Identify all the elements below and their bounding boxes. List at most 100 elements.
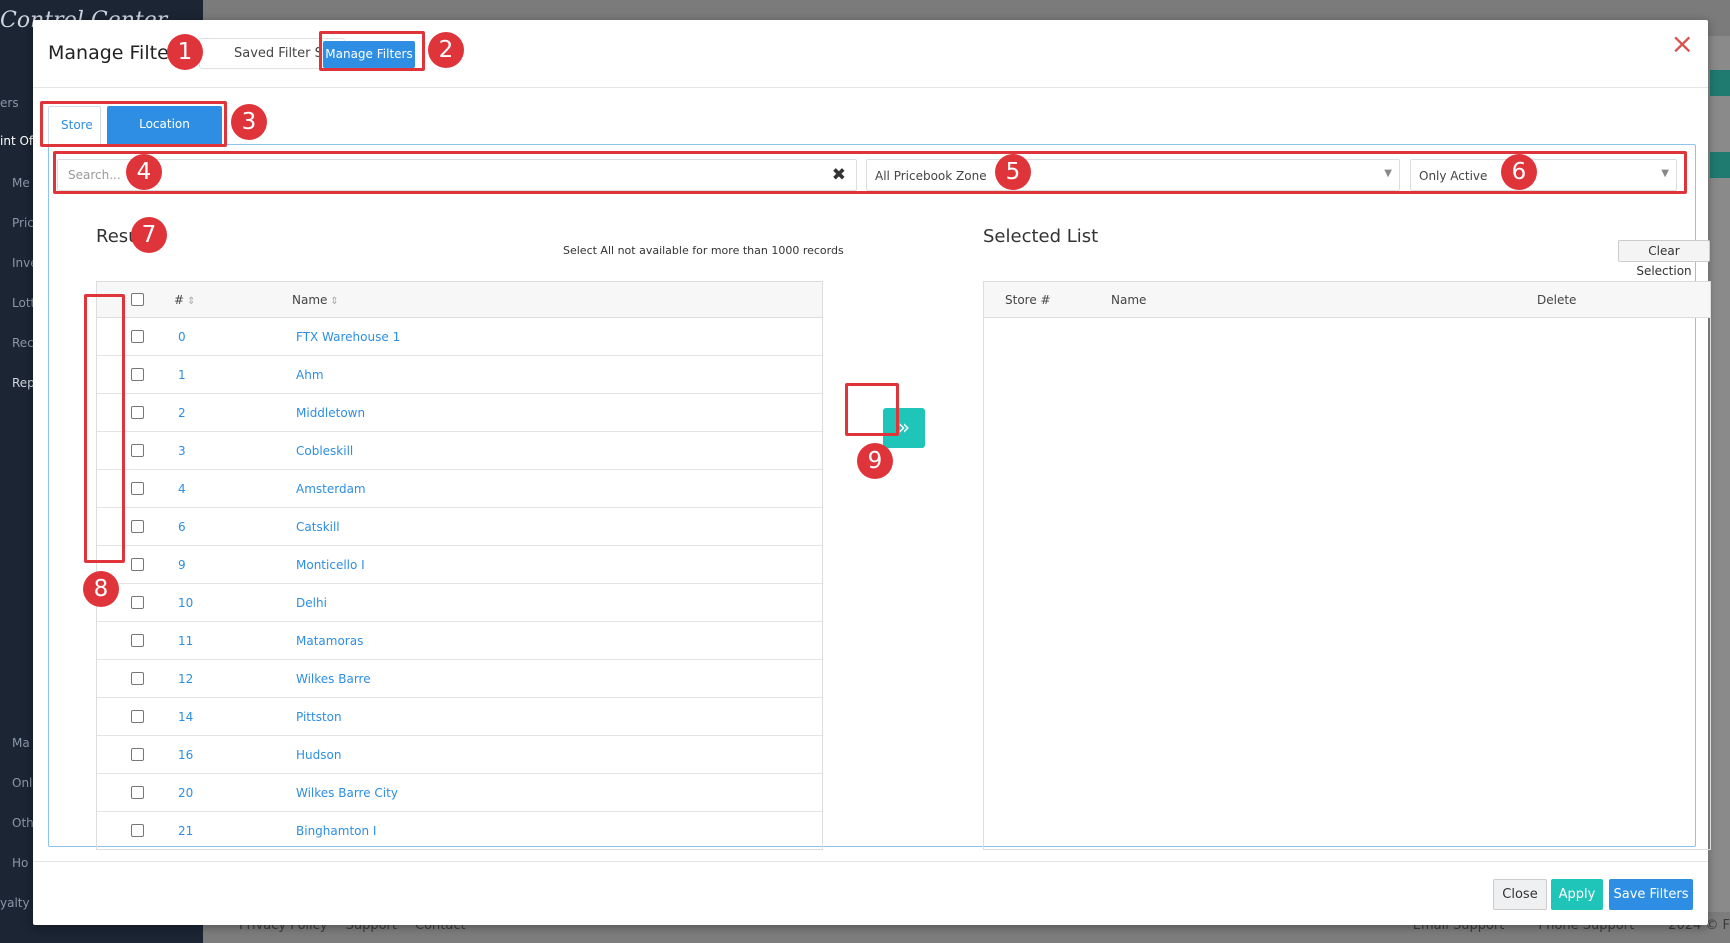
store-name-link[interactable]: Delhi [296,596,327,610]
tab-location-group[interactable]: Location Group [107,106,222,167]
store-number-link[interactable]: 20 [178,786,193,800]
store-name-link[interactable]: Wilkes Barre [296,672,371,686]
row-checkbox[interactable] [131,786,144,799]
filter-row: ✖ All Pricebook Zone ▼ Only Active ▼ [57,159,1687,191]
store-number-link[interactable]: 10 [178,596,193,610]
results-table: # ⇕ Name ⇕ 0 FTX Warehouse 1 1 Ahm 2 Middletown… [96,281,823,850]
table-row[interactable]: 12 Wilkes Barre [97,660,822,698]
select-all-note: Select All not available for more than 1… [563,244,844,257]
row-checkbox[interactable] [131,482,144,495]
table-row[interactable]: 20 Wilkes Barre City [97,774,822,812]
bg-nav-item: Onl [12,776,33,790]
column-header-number[interactable]: # ⇕ [174,293,195,307]
row-checkbox[interactable] [131,444,144,457]
row-checkbox[interactable] [131,748,144,761]
status-filter-value: Only Active [1419,169,1488,183]
modal-footer: Close Apply Save Filters [33,861,1708,925]
store-number-link[interactable]: 3 [178,444,186,458]
row-checkbox[interactable] [131,824,144,837]
move-to-selected-button[interactable]: » [883,408,925,448]
table-row[interactable]: 14 Pittston [97,698,822,736]
table-row[interactable]: 3 Cobleskill [97,432,822,470]
results-table-header: # ⇕ Name ⇕ [97,282,822,318]
store-name-link[interactable]: Pittston [296,710,342,724]
tab-store[interactable]: Store [48,106,101,144]
column-header-name-label: Name [292,293,328,307]
store-name-link[interactable]: Monticello I [296,558,365,572]
bg-nav-item: Me [12,176,30,190]
store-number-link[interactable]: 12 [178,672,193,686]
sort-icon: ⇕ [187,296,196,307]
store-name-link[interactable]: Matamoras [296,634,363,648]
store-number-link[interactable]: 0 [178,330,186,344]
table-row[interactable]: 16 Hudson [97,736,822,774]
store-number-link[interactable]: 4 [178,482,186,496]
annotation-badge-6: 6 [1501,154,1537,190]
table-row[interactable]: 1 Ahm [97,356,822,394]
store-name-link[interactable]: Ahm [296,368,324,382]
apply-button[interactable]: Apply [1551,879,1603,910]
selected-table-header: Store # Name Delete [984,282,1710,318]
store-name-link[interactable]: Cobleskill [296,444,353,458]
store-name-link[interactable]: Amsterdam [296,482,366,496]
annotation-badge-3: 3 [231,104,267,140]
manage-filters-button[interactable]: Manage Filters [323,41,415,68]
table-row[interactable]: 6 Catskill [97,508,822,546]
select-all-checkbox[interactable] [131,293,144,306]
store-number-link[interactable]: 14 [178,710,193,724]
table-row[interactable]: 9 Monticello I [97,546,822,584]
clear-search-icon[interactable]: ✖ [832,165,846,185]
annotation-badge-2: 2 [428,32,464,68]
clear-selection-button[interactable]: Clear Selection [1618,240,1710,278]
row-checkbox[interactable] [131,406,144,419]
row-checkbox[interactable] [131,368,144,381]
background-teal-button [1710,70,1730,96]
row-checkbox[interactable] [131,634,144,647]
store-number-link[interactable]: 6 [178,520,186,534]
table-row[interactable]: 4 Amsterdam [97,470,822,508]
store-number-link[interactable]: 2 [178,406,186,420]
store-number-link[interactable]: 11 [178,634,193,648]
store-name-link[interactable]: Wilkes Barre City [296,786,398,800]
annotation-badge-7: 7 [131,217,167,253]
table-row[interactable]: 11 Matamoras [97,622,822,660]
store-name-link[interactable]: Catskill [296,520,340,534]
table-row[interactable]: 2 Middletown [97,394,822,432]
pricebook-zone-select[interactable]: All Pricebook Zone ▼ [866,159,1400,191]
store-number-link[interactable]: 9 [178,558,186,572]
table-row[interactable]: 21 Binghamton I [97,812,822,849]
store-name-link[interactable]: Binghamton I [296,824,376,838]
row-checkbox[interactable] [131,710,144,723]
store-name-link[interactable]: FTX Warehouse 1 [296,330,400,344]
bg-nav-item: yalty [0,896,30,910]
save-filters-button[interactable]: Save Filters [1609,879,1693,910]
store-name-link[interactable]: Middletown [296,406,365,420]
annotation-badge-4: 4 [126,154,162,190]
annotation-badge-8: 8 [83,571,119,607]
status-filter-select[interactable]: Only Active ▼ [1410,159,1677,191]
row-checkbox[interactable] [131,596,144,609]
row-checkbox[interactable] [131,672,144,685]
results-table-body: 0 FTX Warehouse 1 1 Ahm 2 Middletown 3 Cobleski… [97,318,822,849]
bg-nav-item: Rec [12,336,34,350]
selected-table: Store # Name Delete [983,281,1711,850]
search-input[interactable] [59,161,819,189]
modal-title: Manage Filters [48,42,187,64]
caret-down-icon: ▼ [1661,168,1669,179]
store-name-link[interactable]: Hudson [296,748,341,762]
column-header-name[interactable]: Name ⇕ [292,293,339,307]
table-row[interactable]: 0 FTX Warehouse 1 [97,318,822,356]
annotation-badge-9: 9 [857,443,893,479]
row-checkbox[interactable] [131,558,144,571]
row-checkbox[interactable] [131,520,144,533]
store-number-link[interactable]: 16 [178,748,193,762]
store-number-link[interactable]: 21 [178,824,193,838]
close-icon[interactable]: × [1671,30,1694,58]
close-button[interactable]: Close [1493,879,1547,910]
bg-nav-item: Pric [12,216,34,230]
row-checkbox[interactable] [131,330,144,343]
table-row[interactable]: 10 Delhi [97,584,822,622]
bg-nav-item: ers [0,96,19,110]
store-number-link[interactable]: 1 [178,368,186,382]
bg-nav-item: int Of [0,134,34,148]
